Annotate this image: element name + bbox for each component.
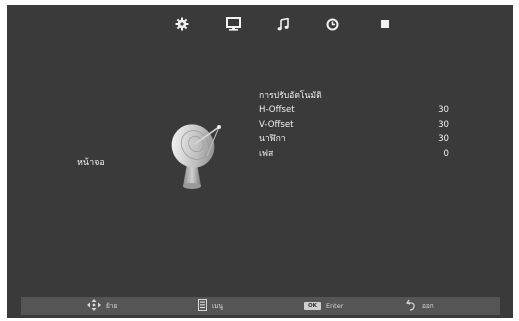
gear-icon[interactable] [171,13,193,35]
square-icon[interactable] [374,13,396,35]
hint-exit: ออก [406,297,434,315]
satellite-dish-icon [167,120,227,192]
monitor-icon[interactable] [222,13,244,35]
menu-list-icon [198,299,207,313]
top-menu-bar [7,13,513,37]
panel-title: การปรับอัตโนมัติ [259,91,322,101]
setting-label: เฟส [259,148,274,159]
hint-menu: เมนู [198,297,223,315]
clock-icon[interactable] [321,13,343,35]
setting-label: นาฬิกา [259,134,286,144]
setting-label: V-Offset [259,119,294,130]
setting-value: 30 [438,119,449,130]
hint-exit-label: ออก [422,302,434,310]
setting-value: 30 [438,134,449,144]
setting-value: 0 [443,148,449,159]
arrows-icon [87,299,101,313]
hint-move: ย้าย [87,297,117,315]
setting-row-v-offset[interactable]: V-Offset 30 [259,118,449,133]
setting-row-h-offset[interactable]: H-Offset 30 [259,103,449,118]
ok-key-icon: OK [304,302,321,310]
hint-enter-label: Enter [325,302,344,310]
hint-enter: OK Enter [304,297,343,315]
section-label: หน้าจอ [77,158,105,168]
setting-row-phase[interactable]: เฟส 0 [259,147,449,162]
auto-adjust-panel: การปรับอัตโนมัติ H-Offset 30 V-Offset 30… [259,89,449,161]
return-arrow-icon [406,299,417,313]
setting-label: H-Offset [259,105,295,115]
hint-menu-label: เมนู [212,302,223,310]
music-note-icon[interactable] [272,13,294,35]
setting-row-clock[interactable]: นาฬิกา 30 [259,132,449,147]
osd-screen: หน้าจอ การปรับอัตโนมัติ H-Offset 30 V-Of… [7,5,513,318]
hint-move-label: ย้าย [106,302,118,310]
footer-hint-bar: ย้าย เมนู OK Enter ออก [21,297,500,315]
setting-value: 30 [438,105,449,115]
